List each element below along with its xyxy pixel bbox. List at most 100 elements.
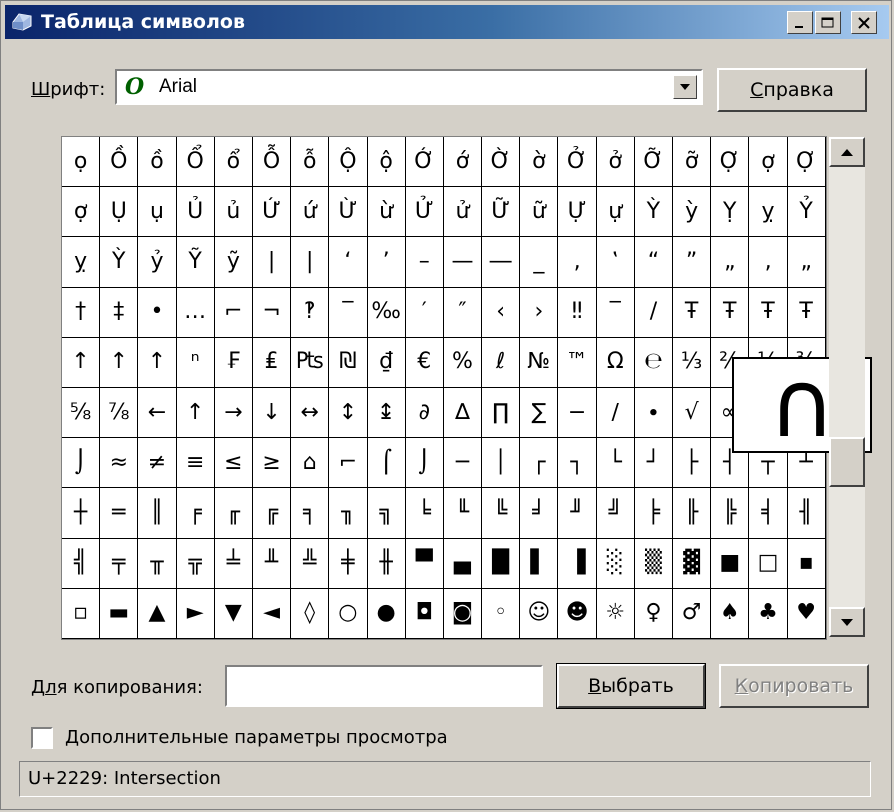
character-cell[interactable]: ░	[596, 538, 635, 589]
character-cell[interactable]: /	[634, 287, 673, 338]
character-cell[interactable]: Ờ	[482, 137, 521, 188]
character-cell[interactable]: Ỵ	[711, 187, 750, 238]
character-cell[interactable]: ồ	[138, 137, 177, 188]
character-cell[interactable]: ờ	[520, 137, 559, 188]
character-cell[interactable]: Ỷ	[787, 187, 826, 238]
font-select[interactable]: O Arial	[115, 69, 703, 105]
maximize-button[interactable]	[815, 11, 841, 34]
character-cell[interactable]: Ŧ	[787, 287, 826, 338]
character-cell[interactable]: Ỗ	[252, 137, 292, 188]
character-cell[interactable]: Ỳ	[634, 187, 673, 238]
character-cell[interactable]: ╘	[405, 488, 444, 539]
character-cell[interactable]: ⅞	[100, 387, 139, 439]
character-cell[interactable]: ╚	[482, 488, 521, 539]
character-cell[interactable]: Ủ	[176, 187, 215, 238]
character-cell[interactable]: ∏	[482, 387, 521, 439]
character-cell[interactable]: ▲	[138, 588, 177, 639]
character-cell[interactable]: ╙	[443, 488, 483, 539]
character-cell[interactable]: ▼	[214, 588, 253, 639]
character-cell[interactable]: ♣	[749, 588, 788, 639]
character-cell[interactable]: ―	[482, 237, 521, 288]
character-cell[interactable]: ▀	[405, 538, 444, 589]
character-cell[interactable]: ỵ	[62, 237, 101, 288]
character-cell[interactable]: %	[443, 337, 483, 388]
character-cell[interactable]: −	[558, 387, 597, 439]
character-cell[interactable]: ∑	[520, 387, 559, 439]
character-cell[interactable]: ▐	[558, 538, 597, 589]
character-cell[interactable]: ←	[138, 387, 177, 439]
character-cell[interactable]: “	[634, 237, 673, 288]
grid-scrollbar[interactable]	[829, 137, 865, 637]
character-cell[interactable]: Ự	[558, 187, 597, 238]
character-cell[interactable]: ⌠	[367, 438, 406, 489]
character-cell[interactable]: ℓ	[482, 337, 521, 388]
character-cell[interactable]: „	[787, 237, 826, 288]
character-cell[interactable]: ₪	[329, 337, 368, 388]
character-cell[interactable]: ử	[443, 187, 483, 238]
character-cell[interactable]: ►	[176, 588, 215, 639]
character-cell[interactable]: ừ	[367, 187, 406, 238]
character-cell[interactable]: №	[520, 337, 559, 388]
character-cell[interactable]: ◄	[252, 588, 292, 639]
character-cell[interactable]: ở	[596, 137, 635, 188]
character-cell[interactable]: ☻	[558, 588, 597, 639]
character-cell[interactable]: ∆	[443, 387, 483, 439]
character-cell[interactable]: ’	[367, 237, 406, 288]
character-cell[interactable]: √	[673, 387, 712, 439]
character-cell[interactable]: ↑	[62, 337, 101, 388]
character-cell[interactable]: ữ	[520, 187, 559, 238]
character-cell[interactable]: ╒	[176, 488, 215, 539]
copy-button[interactable]: Копировать	[719, 664, 869, 708]
character-cell[interactable]: ổ	[214, 137, 253, 188]
character-cell[interactable]: Ŧ	[749, 287, 788, 338]
character-cell[interactable]: „	[711, 237, 750, 288]
character-cell[interactable]: ╩	[291, 538, 330, 589]
character-cell[interactable]: ₣	[214, 337, 253, 388]
character-cell[interactable]: ╟	[673, 488, 712, 539]
minimize-button[interactable]	[787, 11, 813, 34]
character-cell[interactable]: ╡	[749, 488, 788, 539]
character-cell[interactable]: Ở	[558, 137, 597, 188]
character-cell[interactable]: •	[138, 287, 177, 338]
character-cell[interactable]: ‡	[100, 287, 139, 338]
character-cell[interactable]: ╕	[291, 488, 330, 539]
character-cell[interactable]: ╤	[100, 538, 139, 589]
character-cell[interactable]: ≡	[176, 438, 215, 489]
character-cell[interactable]: Ợ	[787, 137, 826, 188]
character-cell[interactable]: ┘	[634, 438, 673, 489]
character-cell[interactable]: ‼	[558, 287, 597, 338]
character-cell[interactable]: ⅓	[673, 337, 712, 388]
character-cell[interactable]: ớ	[443, 137, 483, 188]
character-cell[interactable]: –	[405, 237, 444, 288]
character-cell[interactable]: └	[596, 438, 635, 489]
character-cell[interactable]: ◊	[291, 588, 330, 639]
character-cell[interactable]: ╣	[62, 538, 101, 589]
character-cell[interactable]: ₧	[291, 337, 330, 388]
character-cell[interactable]: ′	[405, 287, 444, 338]
character-cell[interactable]: ₤	[252, 337, 292, 388]
scroll-thumb[interactable]	[829, 437, 865, 487]
character-cell[interactable]: ỡ	[673, 137, 712, 188]
character-cell[interactable]: €	[405, 337, 444, 388]
character-cell[interactable]: ự	[596, 187, 635, 238]
character-cell[interactable]: ›	[520, 287, 559, 338]
character-cell[interactable]: Ớ	[405, 137, 444, 188]
character-cell[interactable]: Ừ	[329, 187, 368, 238]
character-cell[interactable]: Ω	[596, 337, 635, 388]
character-cell[interactable]: ‾	[329, 287, 368, 338]
title-bar[interactable]: Таблица символов	[5, 5, 889, 39]
character-cell[interactable]: †	[62, 287, 101, 338]
character-cell[interactable]: ╨	[252, 538, 292, 589]
character-cell[interactable]: ≤	[214, 438, 253, 489]
character-cell[interactable]: ╞	[634, 488, 673, 539]
character-cell[interactable]: ứ	[291, 187, 330, 238]
character-cell[interactable]: ╛	[520, 488, 559, 539]
character-cell[interactable]: ¬	[252, 287, 292, 338]
character-cell[interactable]: ═	[100, 488, 139, 539]
character-cell[interactable]: ╓	[214, 488, 253, 539]
character-cell[interactable]: ↕	[329, 387, 368, 439]
character-cell[interactable]: ↓	[252, 387, 292, 439]
character-cell[interactable]: |	[252, 237, 292, 288]
character-cell[interactable]: ∕	[596, 387, 635, 439]
character-cell[interactable]: ‛	[596, 237, 635, 288]
